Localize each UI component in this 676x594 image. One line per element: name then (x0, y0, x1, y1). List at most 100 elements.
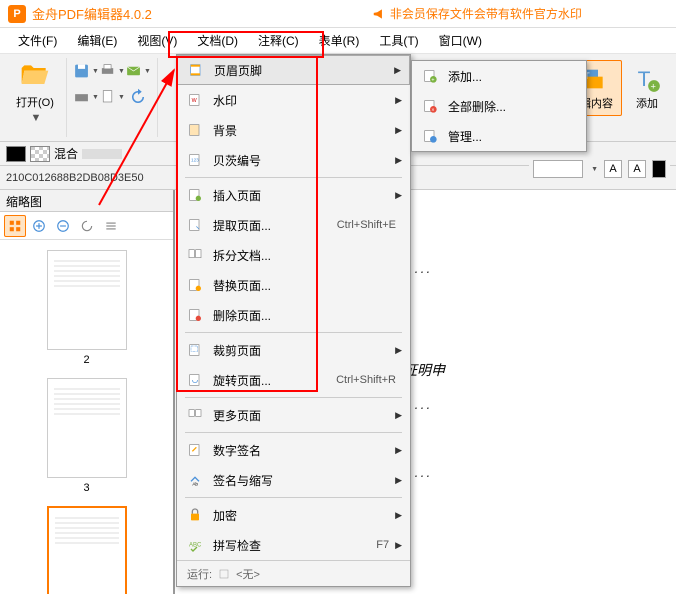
menu-item-label: 数字签名 (213, 442, 395, 459)
menu-item-icon (185, 185, 205, 205)
dropdown-arrow-icon[interactable]: ▼ (591, 166, 598, 173)
menu-item-icon (186, 60, 206, 80)
submenu-arrow-icon: ▶ (395, 410, 402, 421)
email-icon (125, 62, 142, 80)
menu-item-shortcut: Ctrl+Shift+E (337, 219, 396, 231)
menu-bar: 文件(F) 编辑(E) 视图(V) 文档(D) 注释(C) 表单(R) 工具(T… (0, 28, 676, 54)
menu-item[interactable]: W水印▶ (177, 85, 410, 115)
add-icon: + (420, 66, 440, 86)
document-menu-dropdown: 页眉页脚▶W水印▶背景▶123贝茨编号▶插入页面▶提取页面...Ctrl+Shi… (176, 54, 411, 587)
thumbnail-item[interactable]: 2 (10, 250, 163, 366)
menu-item[interactable]: 更多页面▶ (177, 400, 410, 430)
menu-item-label: 更多页面 (213, 407, 395, 424)
menu-item-icon: ABC (185, 535, 205, 555)
print-button[interactable]: ▼ (99, 58, 125, 84)
menu-item[interactable]: 旋转页面...Ctrl+Shift+R (177, 365, 410, 395)
menu-item[interactable]: 删除页面... (177, 300, 410, 330)
menu-item-label: 背景 (213, 122, 395, 139)
submenu-arrow-icon: ▶ (395, 95, 402, 106)
menu-item-label: 裁剪页面 (213, 342, 395, 359)
menu-item-icon (185, 340, 205, 360)
rotate-button[interactable] (76, 215, 98, 237)
menu-item[interactable]: 123贝茨编号▶ (177, 145, 410, 175)
menu-item-label: 插入页面 (213, 187, 395, 204)
page-button[interactable]: ▼ (99, 84, 125, 110)
thumbnail-item[interactable]: 4 (10, 506, 163, 594)
notice-banner: 非会员保存文件会带有软件官方水印 (372, 5, 582, 22)
menu-item-icon (185, 440, 205, 460)
menu-item[interactable]: 拆分文档... (177, 240, 410, 270)
zoom-in-button[interactable] (28, 215, 50, 237)
separator (185, 497, 402, 498)
menu-item-icon (185, 275, 205, 295)
scan-button[interactable]: ▼ (73, 84, 99, 110)
menu-file[interactable]: 文件(F) (8, 28, 67, 53)
menu-item[interactable]: 提取页面...Ctrl+Shift+E (177, 210, 410, 240)
menu-edit[interactable]: 编辑(E) (67, 28, 127, 53)
menu-item-label: 删除页面... (213, 307, 402, 324)
menu-item[interactable]: 插入页面▶ (177, 180, 410, 210)
thumbnail-item[interactable]: 3 (10, 378, 163, 494)
menu-document[interactable]: 文档(D) (187, 28, 248, 53)
dropdown-arrow-icon: ▼ (31, 112, 42, 124)
font-size-input[interactable] (533, 160, 583, 178)
menu-item-shortcut: F7 (376, 539, 389, 551)
svg-text:123: 123 (191, 157, 199, 162)
menu-item-icon (185, 120, 205, 140)
refresh-icon (129, 88, 147, 106)
menu-item[interactable]: 数字签名▶ (177, 435, 410, 465)
delete-icon: × (420, 96, 440, 116)
font-smaller-button[interactable]: A (628, 160, 646, 178)
submenu-arrow-icon: ▶ (395, 475, 402, 486)
menu-item-label: 水印 (213, 92, 395, 109)
header-footer-submenu: + 添加... × 全部删除... 管理... (411, 60, 587, 152)
menu-item-icon (185, 405, 205, 425)
folder-open-icon (19, 60, 51, 92)
menu-item-label: 拼写检查 (213, 537, 376, 554)
color-swatch-transparent[interactable] (30, 146, 50, 162)
menu-view[interactable]: 视图(V) (127, 28, 187, 53)
font-color-button[interactable] (652, 160, 666, 178)
menu-item[interactable]: 加密▶ (177, 500, 410, 530)
menu-item[interactable]: 背景▶ (177, 115, 410, 145)
menu-window[interactable]: 窗口(W) (429, 28, 492, 53)
svg-text:×: × (431, 107, 434, 113)
menu-item-label: 旋转页面... (213, 372, 336, 389)
menu-item[interactable]: Ab签名与缩写▶ (177, 465, 410, 495)
page-icon (99, 88, 116, 106)
submenu-manage[interactable]: 管理... (412, 121, 586, 151)
menu-item[interactable]: 裁剪页面▶ (177, 335, 410, 365)
menu-item-label: 提取页面... (213, 217, 337, 234)
font-larger-button[interactable]: A (604, 160, 622, 178)
opacity-slider[interactable] (82, 149, 122, 159)
svg-text:+: + (431, 77, 434, 83)
submenu-delete-all[interactable]: × 全部删除... (412, 91, 586, 121)
menu-item[interactable]: ABC 拼写检查F7 ▶ (177, 530, 410, 560)
refresh-button[interactable] (125, 84, 151, 110)
submenu-arrow-icon: ▶ (395, 445, 402, 456)
add-button[interactable]: T+ 添加 (624, 60, 670, 116)
font-bar: ▼ A A (529, 158, 670, 180)
blend-label: 混合 (54, 145, 78, 162)
menu-comment[interactable]: 注释(C) (248, 28, 309, 53)
menu-item[interactable]: 页眉页脚▶ (177, 55, 410, 85)
options-button[interactable] (100, 215, 122, 237)
submenu-arrow-icon: ▶ (395, 540, 402, 551)
open-button[interactable]: 打开(O)▼ (10, 58, 60, 126)
menu-form[interactable]: 表单(R) (309, 28, 370, 53)
menu-item-shortcut: Ctrl+Shift+R (336, 374, 396, 386)
submenu-add[interactable]: + 添加... (412, 61, 586, 91)
menu-item[interactable]: 替换页面... (177, 270, 410, 300)
manage-icon (420, 126, 440, 146)
save-button[interactable]: ▼ (73, 58, 99, 84)
thumbnails-tab-icon[interactable] (4, 215, 26, 237)
zoom-out-button[interactable] (52, 215, 74, 237)
menu-item-label: 页眉页脚 (214, 62, 394, 79)
menu-item-label: 贝茨编号 (213, 152, 395, 169)
email-button[interactable]: ▼ (125, 58, 151, 84)
save-icon (73, 62, 90, 80)
menu-item-icon (185, 305, 205, 325)
app-title: 金舟PDF编辑器4.0.2 (32, 4, 152, 23)
menu-tools[interactable]: 工具(T) (369, 28, 428, 53)
color-swatch-black[interactable] (6, 146, 26, 162)
